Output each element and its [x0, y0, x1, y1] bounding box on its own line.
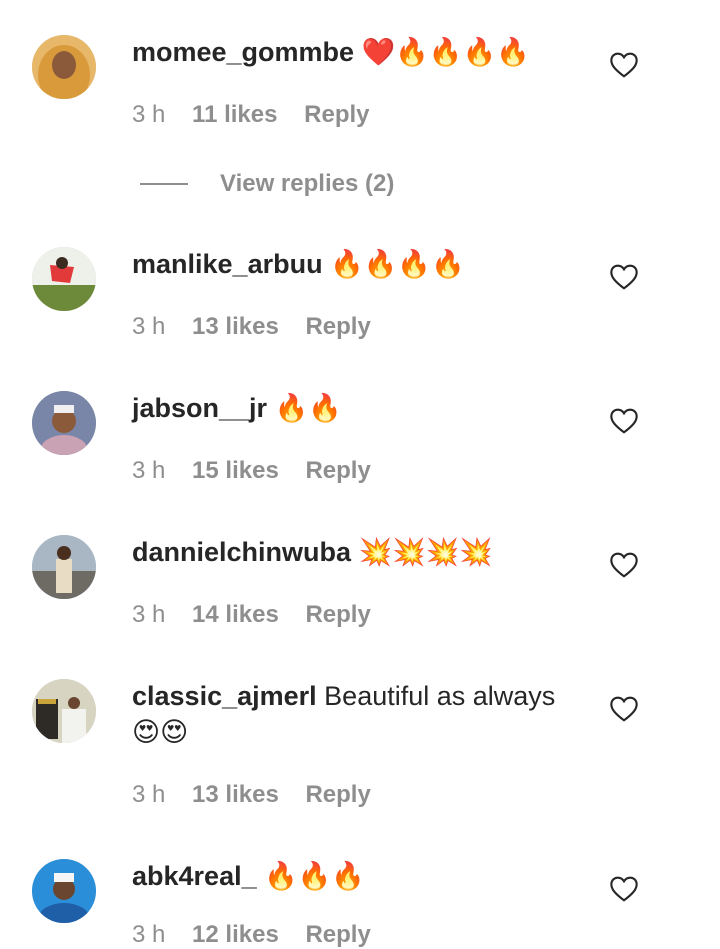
timestamp: 3 h — [132, 781, 166, 808]
heart-outline-icon[interactable] — [608, 49, 640, 81]
comment-meta: 3 h 12 likes Reply — [132, 921, 391, 949]
likes-count[interactable]: 11 likes — [192, 101, 277, 128]
comment-body: jabson__jr 🔥🔥 — [132, 390, 572, 426]
view-replies-button[interactable]: View replies (2) — [140, 168, 394, 200]
comment-body: momee_gommbe ❤️🔥🔥🔥🔥 — [132, 34, 572, 70]
comment-body: classic_ajmerl Beautiful as always 😍😍 — [132, 678, 572, 750]
username-link[interactable]: classic_ajmerl — [132, 681, 317, 711]
comment-text: 🔥🔥 — [274, 393, 342, 423]
avatar[interactable] — [32, 35, 96, 99]
reply-button[interactable]: Reply — [305, 921, 370, 948]
heart-outline-icon[interactable] — [608, 873, 640, 905]
comment-text: 🔥🔥🔥 — [264, 861, 365, 891]
timestamp: 3 h — [132, 457, 166, 484]
avatar[interactable] — [32, 391, 96, 455]
heart-outline-icon[interactable] — [608, 549, 640, 581]
avatar[interactable] — [32, 859, 96, 923]
avatar[interactable] — [32, 679, 96, 743]
timestamp: 3 h — [132, 921, 166, 948]
likes-count[interactable]: 13 likes — [192, 781, 279, 808]
likes-count[interactable]: 14 likes — [192, 601, 279, 628]
timestamp: 3 h — [132, 601, 166, 628]
divider-line — [140, 183, 188, 185]
comment-body: abk4real_ 🔥🔥🔥 — [132, 858, 572, 894]
reply-button[interactable]: Reply — [305, 781, 370, 808]
view-replies-label: View replies (2) — [220, 170, 395, 197]
username-link[interactable]: jabson__jr — [132, 393, 267, 423]
comment-meta: 3 h 13 likes Reply — [132, 313, 391, 341]
reply-button[interactable]: Reply — [304, 101, 369, 128]
likes-count[interactable]: 12 likes — [192, 921, 279, 948]
comment-meta: 3 h 11 likes Reply — [132, 101, 390, 129]
likes-count[interactable]: 15 likes — [192, 457, 279, 484]
timestamp: 3 h — [132, 313, 166, 340]
reply-button[interactable]: Reply — [305, 601, 370, 628]
heart-outline-icon[interactable] — [608, 405, 640, 437]
comment-text: 🔥🔥🔥🔥 — [330, 249, 465, 279]
heart-outline-icon[interactable] — [608, 261, 640, 293]
likes-count[interactable]: 13 likes — [192, 313, 279, 340]
username-link[interactable]: abk4real_ — [132, 861, 257, 891]
heart-outline-icon[interactable] — [608, 693, 640, 725]
comment-text: 💥💥💥💥 — [358, 537, 494, 567]
reply-button[interactable]: Reply — [305, 457, 370, 484]
comment-body: manlike_arbuu 🔥🔥🔥🔥 — [132, 246, 572, 282]
username-link[interactable]: manlike_arbuu — [132, 249, 323, 279]
reply-button[interactable]: Reply — [305, 313, 370, 340]
comment-meta: 3 h 13 likes Reply — [132, 781, 391, 809]
comment-text: ❤️🔥🔥🔥🔥 — [361, 37, 530, 67]
avatar[interactable] — [32, 535, 96, 599]
username-link[interactable]: dannielchinwuba — [132, 537, 351, 567]
comment-body: dannielchinwuba 💥💥💥💥 — [132, 534, 572, 570]
username-link[interactable]: momee_gommbe — [132, 37, 354, 67]
timestamp: 3 h — [132, 101, 166, 128]
comment-meta: 3 h 14 likes Reply — [132, 601, 391, 629]
avatar[interactable] — [32, 247, 96, 311]
comment-meta: 3 h 15 likes Reply — [132, 457, 391, 485]
